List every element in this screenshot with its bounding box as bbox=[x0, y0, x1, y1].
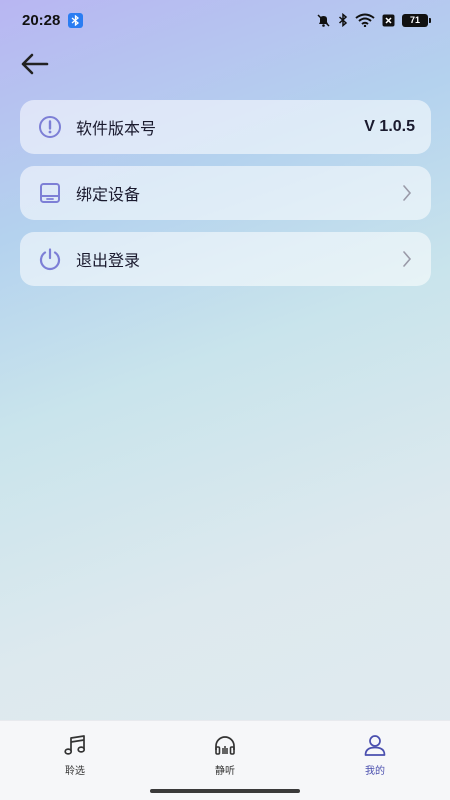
menu-item-version[interactable]: 软件版本号 V 1.0.5 bbox=[20, 100, 431, 154]
status-left: 20:28 bbox=[22, 11, 84, 29]
menu-item-label: 退出登录 bbox=[76, 251, 141, 270]
mute-bell-icon bbox=[316, 13, 331, 28]
tab-discover[interactable]: 聆选 bbox=[0, 721, 150, 786]
tab-label: 我的 bbox=[365, 766, 385, 777]
tab-mine[interactable]: 我的 bbox=[300, 721, 450, 786]
music-note-icon bbox=[63, 733, 87, 757]
back-button[interactable] bbox=[14, 48, 54, 80]
tab-label: 静听 bbox=[215, 766, 235, 777]
version-value: V 1.0.5 bbox=[364, 118, 415, 135]
battery-level: 71 bbox=[409, 15, 420, 25]
menu-item-label: 绑定设备 bbox=[76, 185, 141, 204]
chevron-right-icon bbox=[399, 249, 415, 269]
battery-icon: 71 bbox=[402, 13, 431, 27]
user-icon bbox=[363, 733, 387, 757]
power-icon bbox=[37, 246, 63, 272]
status-right: 71 bbox=[316, 13, 431, 28]
status-time: 20:28 bbox=[22, 11, 61, 29]
wifi-icon bbox=[355, 13, 375, 27]
menu-item-logout[interactable]: 退出登录 bbox=[20, 232, 431, 286]
bluetooth-badge-icon bbox=[68, 12, 84, 28]
home-indicator[interactable] bbox=[150, 789, 300, 793]
chevron-right-icon bbox=[399, 183, 415, 203]
tab-label: 聆选 bbox=[65, 766, 85, 777]
sim-icon bbox=[382, 14, 395, 27]
settings-list: 软件版本号 V 1.0.5 绑定设备 退出登录 bbox=[20, 100, 431, 298]
bottom-tab-bar: 聆选 静听 我的 bbox=[0, 720, 450, 786]
menu-item-label: 软件版本号 bbox=[76, 119, 157, 138]
arrow-left-icon bbox=[21, 53, 49, 75]
menu-item-bind-device[interactable]: 绑定设备 bbox=[20, 166, 431, 220]
headphones-icon bbox=[213, 733, 237, 757]
info-circle-icon bbox=[37, 114, 63, 140]
tab-listen[interactable]: 静听 bbox=[150, 721, 300, 786]
device-icon bbox=[37, 180, 63, 206]
status-bar: 20:28 71 bbox=[0, 0, 450, 40]
bluetooth-icon bbox=[338, 13, 348, 27]
